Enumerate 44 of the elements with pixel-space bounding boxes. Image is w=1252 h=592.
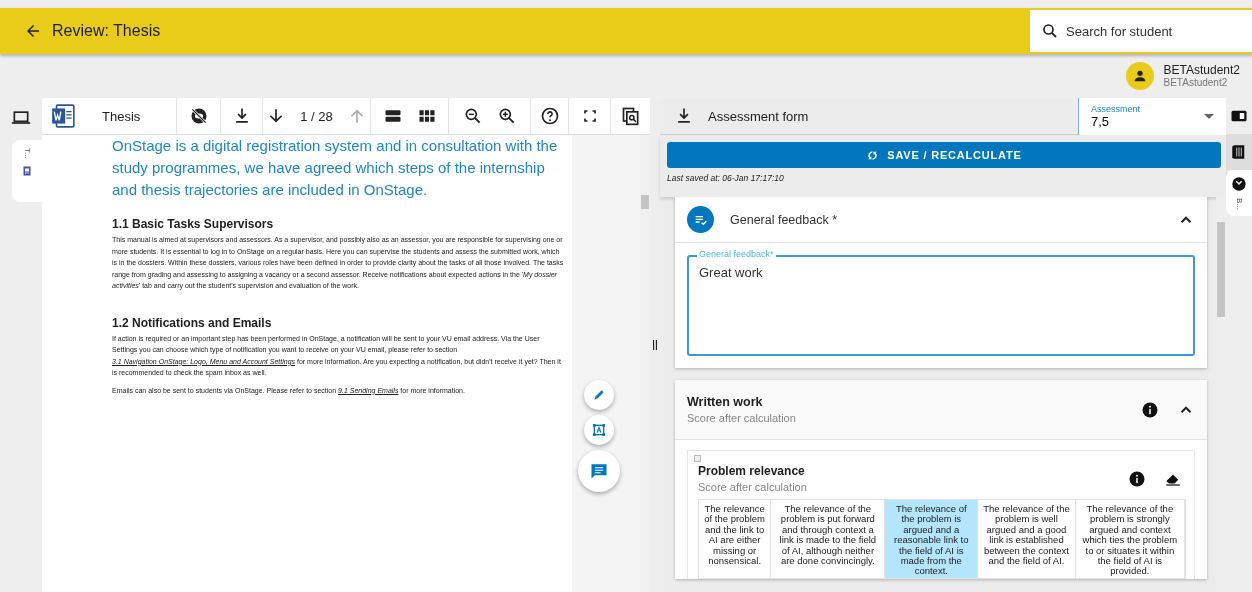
drag-handle-icon[interactable] [650,340,660,350]
sync-icon [866,148,880,162]
user-name: BETAstudent2 [1163,64,1240,77]
checklist-icon [687,206,714,233]
dropdown-caret-icon [1204,113,1214,119]
criterion-subtitle: Score after calculation [698,481,808,493]
help-icon [539,106,560,126]
rubric-option[interactable]: The relevance of the problem is argued and a reasonable link to the field of AI is made from the context. [885,500,979,578]
page-title: Review: Thesis [52,22,161,40]
search-field[interactable]: Search for student [1030,10,1252,52]
side-tab-label: B... [1234,198,1244,210]
text-box-icon [591,422,607,438]
info-icon[interactable] [1141,400,1159,419]
page-counter: 1 / 28 [300,108,333,124]
criterion-title: Problem relevance [698,464,806,478]
intro-paragraph: OnStage is a digital registration system and in consultation with the study programmes, we have agreed which steps of the internship and thesis trajectories are included in OnStage. [112,136,559,200]
side-tab[interactable]: T... [12,140,42,202]
search-icon [1041,22,1059,40]
document-name: Thesis [101,108,141,124]
square-icon [694,455,701,462]
section-heading: 1.2 Notifications and Emails [112,315,273,330]
form-title: Assessment form [708,108,809,124]
comment-icon [589,461,609,481]
word-document-icon [50,103,76,129]
side-tab-label: T... [22,148,32,159]
help-button[interactable] [539,106,560,126]
side-tab[interactable]: B... [1226,170,1252,216]
section-title: General feedback * [730,212,838,227]
last-saved-text: Last saved at: 06-Jan 17:17:10 [667,173,785,183]
find-in-document-icon [620,106,641,126]
scrollbar[interactable] [640,135,650,592]
circle-chevron-icon [1231,176,1247,192]
avatar[interactable] [1125,62,1154,90]
book-tab[interactable] [1226,134,1252,170]
document-icon [21,164,33,177]
save-button[interactable]: SAVE / RECALCULATE [667,142,1221,168]
find-in-document-button[interactable] [620,106,641,126]
field-label: General feedback* [697,249,776,260]
section-heading: 1.1 Basic Tasks Supervisors [112,217,275,231]
user-subtitle: BETAstudent2 [1163,77,1229,88]
info-icon[interactable] [1128,469,1146,488]
section-title: Written work [687,395,764,409]
section-subtitle: Score after calculation [687,412,797,424]
assessment-select[interactable]: Assessment 7,5 [1078,97,1226,135]
